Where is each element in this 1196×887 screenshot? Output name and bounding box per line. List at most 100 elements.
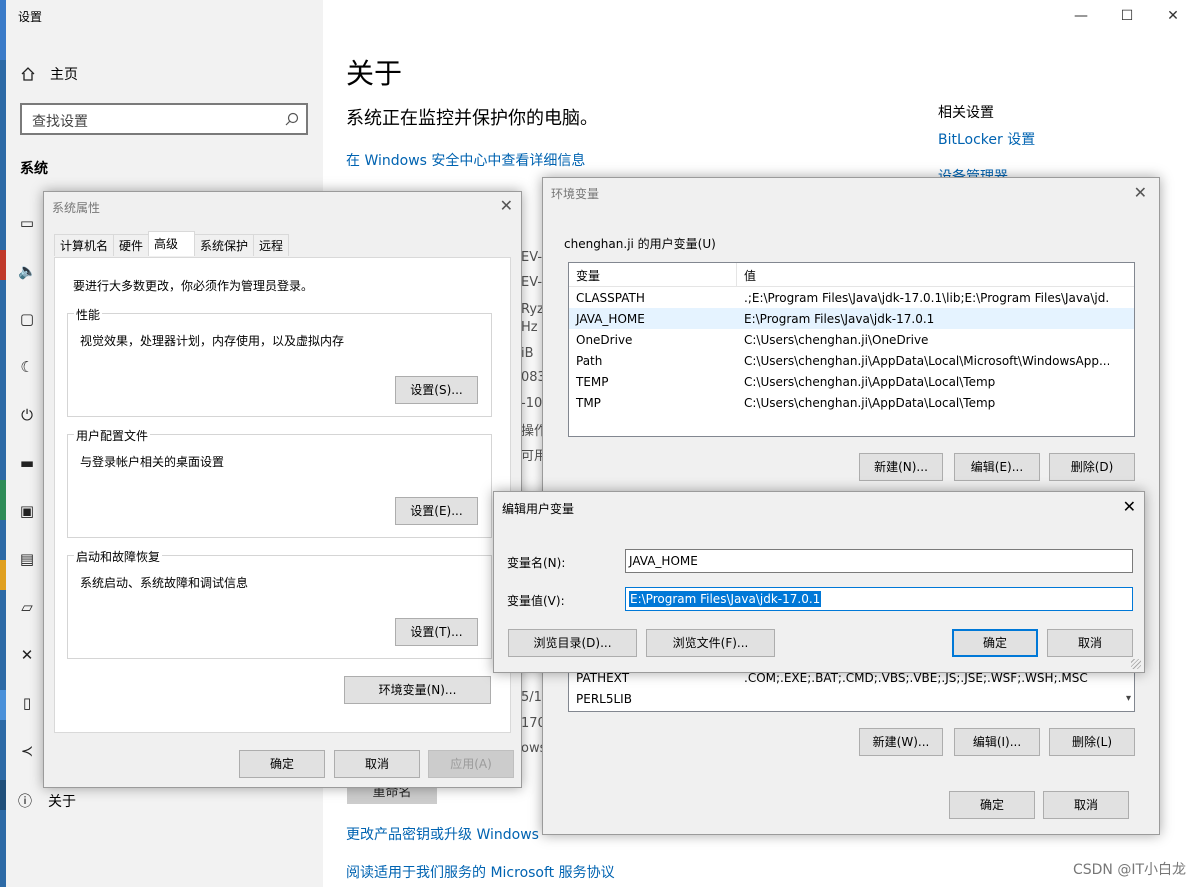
table-row[interactable]: Path C:\Users\chenghan.ji\AppData\Local\… [569, 350, 1134, 371]
tab-strip: 计算机名 硬件 高级 系统保护 远程 [54, 231, 290, 256]
resize-grip-icon[interactable] [1131, 659, 1141, 669]
table-row[interactable]: CLASSPATH .;E:\Program Files\Java\jdk-17… [569, 287, 1134, 308]
tab-remote[interactable]: 远程 [253, 234, 290, 256]
protection-status: 系统正在监控并保护你的电脑。 [346, 108, 598, 129]
display-icon[interactable]: ▭ [18, 214, 36, 232]
ok-button[interactable]: 确定 [952, 629, 1038, 657]
tab-computer-name[interactable]: 计算机名 [54, 234, 115, 256]
nav-about-label: 关于 [48, 794, 76, 810]
tablet-icon[interactable]: ▣ [18, 502, 36, 520]
change-product-key-link[interactable]: 更改产品密钥或升级 Windows [346, 824, 539, 844]
dialog-title: 系统属性 [52, 201, 101, 215]
column-header-value[interactable]: 值 [737, 263, 763, 286]
remote-desktop-icon[interactable]: ≺ [18, 742, 36, 760]
apply-button[interactable]: 应用(A) [428, 750, 514, 778]
advanced-tab-panel: 要进行大多数更改，你必须作为管理员登录。 性能 视觉效果，处理器计划，内存使用，… [54, 257, 511, 733]
cancel-button[interactable]: 取消 [1043, 791, 1129, 819]
maximize-icon[interactable]: ☐ [1104, 0, 1150, 32]
power-icon[interactable]: ⏻ [18, 406, 36, 424]
performance-settings-button[interactable]: 设置(S)... [395, 376, 478, 404]
storage-icon[interactable]: ▬ [18, 454, 36, 472]
notification-icon[interactable]: ▢ [18, 310, 36, 328]
environment-variables-button[interactable]: 环境变量(N)... [344, 676, 491, 704]
user-profiles-label: 用户配置文件 [74, 427, 151, 444]
page-title: 关于 [346, 57, 403, 90]
user-edit-button[interactable]: 编辑(E)... [954, 453, 1040, 481]
dialog-title: 环境变量 [551, 187, 600, 201]
minimize-icon[interactable]: — [1058, 0, 1104, 32]
settings-search-input[interactable]: 查找设置 [20, 103, 308, 135]
ok-button[interactable]: 确定 [239, 750, 325, 778]
performance-desc: 视觉效果，处理器计划，内存使用，以及虚拟内存 [80, 334, 345, 348]
settings-title: 设置 [18, 10, 43, 24]
related-settings-title: 相关设置 [938, 105, 994, 121]
variable-value-input[interactable]: E:\Program Files\Java\jdk-17.0.1 [625, 587, 1133, 611]
close-icon[interactable]: ✕ [500, 196, 513, 215]
multitasking-icon[interactable]: ▤ [18, 550, 36, 568]
projecting-icon[interactable]: ▱ [18, 598, 36, 616]
user-new-button[interactable]: 新建(N)... [859, 453, 943, 481]
performance-group: 性能 视觉效果，处理器计划，内存使用，以及虚拟内存 设置(S)... [67, 306, 492, 417]
list-header: 变量 值 [569, 263, 1134, 287]
column-header-variable[interactable]: 变量 [569, 263, 737, 286]
variable-name: TEMP [576, 374, 609, 389]
variable-name-input[interactable]: JAVA_HOME [625, 549, 1133, 573]
tab-advanced[interactable]: 高级 [148, 231, 196, 256]
table-row[interactable]: PERL5LIB [569, 688, 1134, 709]
device-spec-fragment: iB [521, 346, 534, 361]
user-profiles-settings-button[interactable]: 设置(E)... [395, 497, 478, 525]
user-variables-list[interactable]: 变量 值 CLASSPATH .;E:\Program Files\Java\j… [568, 262, 1135, 437]
clipboard-icon[interactable]: ▯ [18, 694, 36, 712]
performance-label: 性能 [74, 306, 103, 323]
table-row[interactable]: OneDrive C:\Users\chenghan.ji\OneDrive [569, 329, 1134, 350]
close-icon[interactable]: ✕ [1123, 497, 1136, 516]
variable-name: PERL5LIB [576, 691, 632, 706]
startup-recovery-group: 启动和故障恢复 系统启动、系统故障和调试信息 设置(T)... [67, 548, 492, 659]
system-new-button[interactable]: 新建(W)... [859, 728, 943, 756]
sound-icon[interactable]: 🔈 [18, 262, 37, 280]
search-placeholder: 查找设置 [32, 114, 88, 130]
user-profiles-group: 用户配置文件 与登录帐户相关的桌面设置 设置(E)... [67, 427, 492, 538]
shared-experiences-icon[interactable]: ✕ [18, 646, 36, 664]
browse-directory-button[interactable]: 浏览目录(D)... [508, 629, 637, 657]
browse-file-button[interactable]: 浏览文件(F)... [646, 629, 775, 657]
table-row[interactable]: TMP C:\Users\chenghan.ji\AppData\Local\T… [569, 392, 1134, 413]
variable-value: E:\Program Files\Java\jdk-17.0.1 [744, 311, 935, 326]
edit-user-variable-dialog: 编辑用户变量 ✕ 变量名(N): JAVA_HOME 变量值(V): E:\Pr… [493, 491, 1145, 673]
variable-name-label: 变量名(N): [507, 556, 566, 570]
nav-about[interactable]: ⓘ 关于 [18, 791, 76, 811]
home-icon [21, 67, 35, 81]
variable-value: C:\Users\chenghan.ji\AppData\Local\Temp [744, 395, 996, 410]
scroll-down-icon[interactable]: ▾ [1126, 693, 1131, 704]
close-icon[interactable]: ✕ [1150, 0, 1196, 32]
user-delete-button[interactable]: 删除(D) [1049, 453, 1135, 481]
table-row-selected[interactable]: JAVA_HOME E:\Program Files\Java\jdk-17.0… [569, 308, 1134, 329]
security-center-link[interactable]: 在 Windows 安全中心中查看详细信息 [346, 150, 585, 170]
system-edit-button[interactable]: 编辑(I)... [954, 728, 1040, 756]
cancel-button[interactable]: 取消 [334, 750, 420, 778]
startup-recovery-settings-button[interactable]: 设置(T)... [395, 618, 478, 646]
dialog-title: 编辑用户变量 [502, 502, 575, 516]
ok-button[interactable]: 确定 [949, 791, 1035, 819]
user-variables-label: chenghan.ji 的用户变量(U) [564, 237, 716, 251]
variable-value-label: 变量值(V): [507, 594, 565, 608]
close-icon[interactable]: ✕ [1134, 183, 1147, 202]
cancel-button[interactable]: 取消 [1047, 629, 1133, 657]
search-icon [285, 112, 299, 126]
variable-name: Path [576, 353, 603, 368]
system-delete-button[interactable]: 删除(L) [1049, 728, 1135, 756]
variable-name: TMP [576, 395, 601, 410]
bitlocker-link[interactable]: BitLocker 设置 [938, 129, 1035, 149]
admin-note: 要进行大多数更改，你必须作为管理员登录。 [73, 279, 314, 293]
focus-assist-icon[interactable]: ☾ [18, 358, 36, 376]
service-agreement-link[interactable]: 阅读适用于我们服务的 Microsoft 服务协议 [346, 862, 615, 882]
tab-system-protection[interactable]: 系统保护 [194, 234, 255, 256]
variable-name: JAVA_HOME [576, 311, 645, 326]
nav-home[interactable]: 主页 [20, 64, 78, 84]
tab-hardware[interactable]: 硬件 [113, 234, 150, 256]
table-row[interactable]: TEMP C:\Users\chenghan.ji\AppData\Local\… [569, 371, 1134, 392]
variable-value: C:\Users\chenghan.ji\AppData\Local\Micro… [744, 353, 1109, 368]
variable-value: C:\Users\chenghan.ji\AppData\Local\Temp [744, 374, 996, 389]
info-icon: ⓘ [18, 794, 32, 810]
variable-name: CLASSPATH [576, 290, 645, 305]
